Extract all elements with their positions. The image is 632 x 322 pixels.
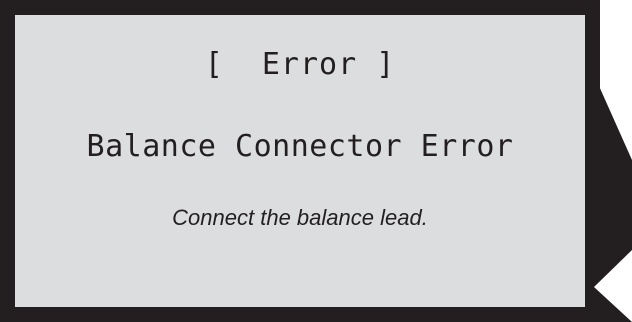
charger-display: [ Error ] Balance Connector Error Connec… — [0, 0, 632, 322]
side-tab — [594, 86, 632, 322]
